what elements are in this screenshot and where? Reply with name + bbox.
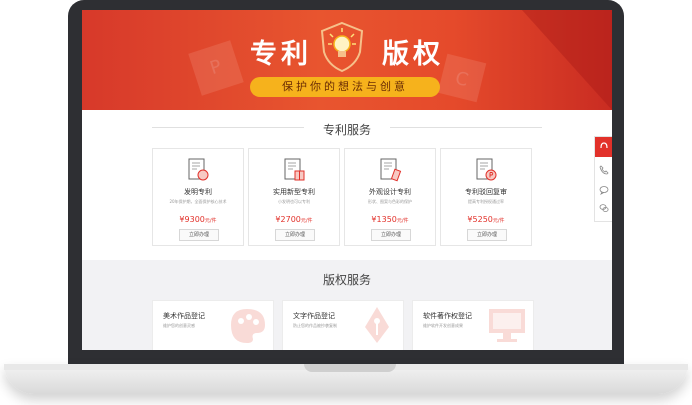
card-name: 文字作品登记 <box>293 312 335 320</box>
phone-icon[interactable] <box>599 165 609 175</box>
card-price: ¥9300元/件 <box>179 215 217 224</box>
decorative-p-tile: P <box>188 40 244 96</box>
decorative-c-tile: C <box>437 53 487 103</box>
card-desc: 维护您的创意灵感 <box>163 323 195 328</box>
floating-contact-bar <box>594 136 612 222</box>
hero-banner: P C 专利 版权 保护你的想法与创意 <box>82 10 612 110</box>
headset-icon <box>600 142 608 149</box>
banner-slogan: 保护你的想法与创意 <box>250 77 440 97</box>
apply-button[interactable]: 立即办理 <box>467 229 507 241</box>
card-price: ¥2700元/件 <box>275 215 313 224</box>
laptop-notch <box>304 364 396 372</box>
patent-doc-p-icon <box>476 158 497 181</box>
decorative-triangle <box>522 10 612 110</box>
patent-card-design[interactable]: 外观设计专利 形状、图案与色彩的保护 ¥1350元/件 立即办理 <box>344 148 436 246</box>
card-name: 发明专利 <box>184 188 212 196</box>
card-desc: 形状、图案与色彩的保护 <box>368 199 412 204</box>
copyright-card-text[interactable]: 文字作品登记 防止您的作品被抄袭复制 <box>282 300 404 350</box>
patent-card-reexam[interactable]: 专利驳回复审 提高专利授权通过率 ¥5250元/件 立即办理 <box>440 148 532 246</box>
copyright-section-title: 版权服务 <box>322 273 371 287</box>
pen-nib-icon <box>365 307 389 343</box>
copyright-card-art[interactable]: 美术作品登记 维护您的创意灵感 <box>152 300 274 350</box>
patent-card-utility[interactable]: 实用新型专利 小发明也可以专利 ¥2700元/件 立即办理 <box>248 148 340 246</box>
palette-icon <box>231 309 265 343</box>
banner-title-patent: 专利 <box>250 39 312 70</box>
copyright-card-software[interactable]: 软件著作权登记 维护软件开发创意成果 <box>412 300 534 350</box>
chat-icon[interactable] <box>599 185 609 195</box>
card-name: 实用新型专利 <box>273 188 315 196</box>
apply-button[interactable]: 立即办理 <box>179 229 219 241</box>
patent-card-invention[interactable]: 发明专利 20年保护期，全面保护核心技术 ¥9300元/件 立即办理 <box>152 148 244 246</box>
monitor-icon <box>489 309 525 342</box>
card-desc: 提高专利授权通过率 <box>468 199 504 204</box>
shield-bulb-icon <box>320 21 364 73</box>
laptop-base <box>4 364 688 394</box>
card-name: 美术作品登记 <box>163 312 205 320</box>
banner-title-copyright: 版权 <box>382 39 444 70</box>
card-desc: 维护软件开发创意成果 <box>423 323 463 328</box>
card-price: ¥5250元/件 <box>467 215 505 224</box>
card-price: ¥1350元/件 <box>371 215 409 224</box>
laptop-screen: P C 专利 版权 保护你的想法与创意 专利服务 发明专利 20年保护期，全面保… <box>82 10 612 350</box>
patent-section-title: 专利服务 <box>322 123 371 137</box>
patent-doc-bulb-icon <box>188 158 209 181</box>
card-name: 软件著作权登记 <box>423 312 472 320</box>
patent-doc-gift-icon <box>284 158 305 181</box>
card-name: 外观设计专利 <box>369 188 411 196</box>
card-desc: 小发明也可以专利 <box>278 199 310 204</box>
card-desc: 防止您的作品被抄袭复制 <box>293 323 337 328</box>
wechat-icon[interactable] <box>599 203 609 213</box>
section-divider-right <box>390 127 542 128</box>
apply-button[interactable]: 立即办理 <box>275 229 315 241</box>
apply-button[interactable]: 立即办理 <box>371 229 411 241</box>
patent-doc-brush-icon <box>380 158 402 182</box>
card-desc: 20年保护期，全面保护核心技术 <box>169 199 227 204</box>
card-name: 专利驳回复审 <box>465 188 507 196</box>
online-service-tab[interactable] <box>595 137 612 157</box>
